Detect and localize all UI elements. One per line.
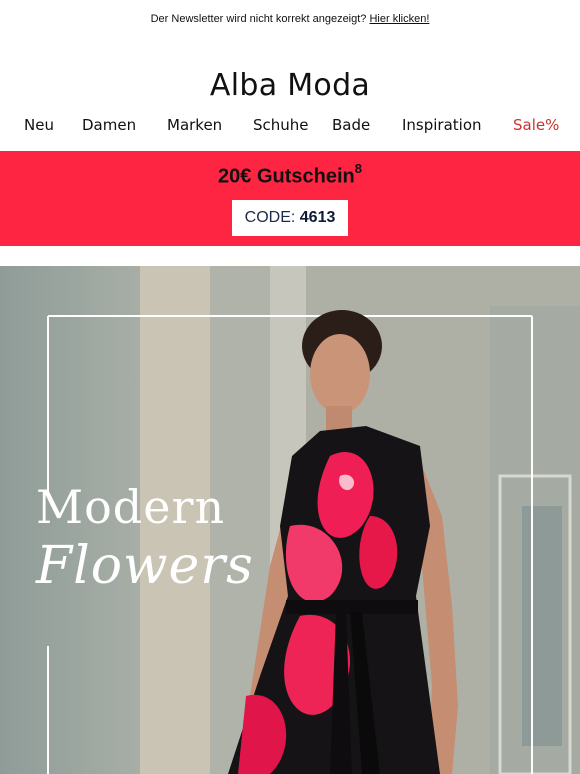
main-nav: Neu Damen Marken Schuhe Bade Inspiration… (0, 116, 580, 136)
nav-item-bade[interactable]: Bade (332, 116, 370, 134)
nav-item-neu[interactable]: Neu (24, 116, 54, 134)
nav-item-inspiration[interactable]: Inspiration (402, 116, 482, 134)
preheader: Der Newsletter wird nicht korrekt angeze… (0, 13, 580, 25)
promo-footnote: 8 (354, 161, 362, 176)
nav-item-sale[interactable]: Sale% (513, 116, 559, 134)
promo-banner[interactable]: 20€ Gutschein8 CODE: 4613 (0, 151, 580, 246)
brand-logo[interactable]: Alba Moda (0, 68, 580, 103)
hero-headline: Modern Flowers (36, 484, 254, 592)
nav-item-damen[interactable]: Damen (82, 116, 136, 134)
promo-title: 20€ Gutschein8 (0, 161, 580, 189)
hero-line-modern: Modern (36, 480, 226, 534)
promo-code-box[interactable]: CODE: 4613 (232, 200, 348, 236)
preheader-text: Der Newsletter wird nicht korrekt angeze… (150, 13, 367, 25)
nav-item-marken[interactable]: Marken (167, 116, 222, 134)
nav-item-schuhe[interactable]: Schuhe (253, 116, 309, 134)
promo-title-text: 20€ Gutschein (218, 165, 355, 188)
promo-code-label: CODE: (244, 209, 296, 226)
view-online-link[interactable]: Hier klicken! (369, 13, 429, 25)
promo-code-value: 4613 (299, 209, 336, 226)
hero-line-flowers: Flowers (36, 536, 254, 596)
hero-image[interactable]: Modern Flowers (0, 266, 580, 774)
